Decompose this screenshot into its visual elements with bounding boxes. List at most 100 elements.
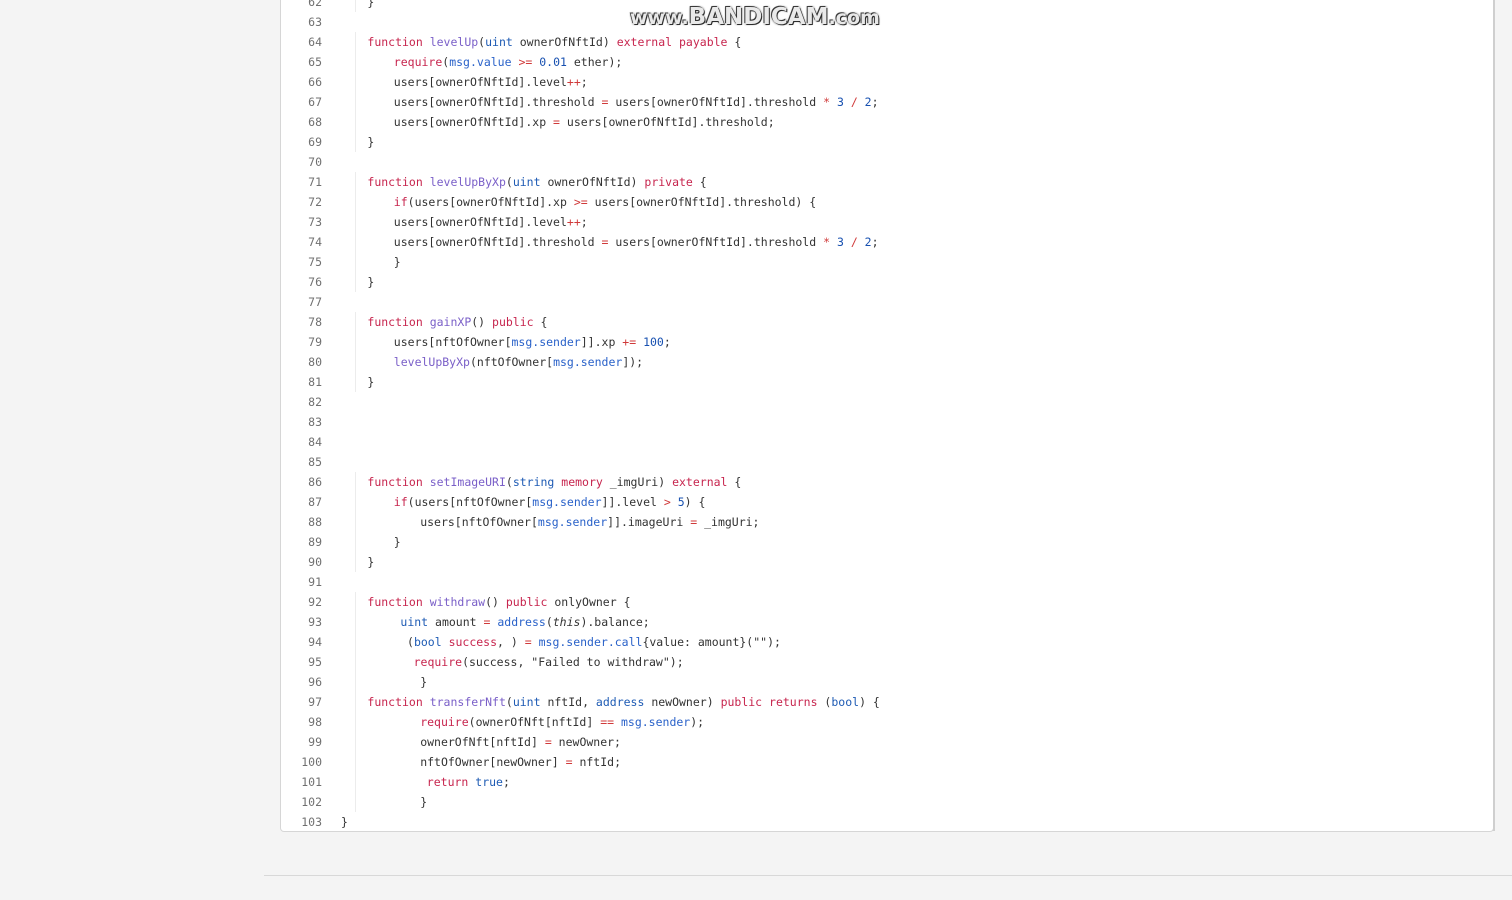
code-token: (success, "Failed to withdraw"); (462, 655, 684, 669)
code-text: function levelUp(uint ownerOfNftId) exte… (367, 32, 741, 52)
code-token: ]].level (601, 495, 657, 509)
indent-guide (355, 372, 356, 392)
code-token: external (672, 475, 728, 489)
code-line: 62} (281, 0, 1493, 12)
code-text: users[ownerOfNftId].level++; (394, 72, 588, 92)
watermark-suffix: .com (828, 7, 880, 29)
code-token: = (546, 115, 567, 129)
indent-guide (355, 652, 356, 672)
code-token: ) (630, 175, 645, 189)
code-line: 83 (281, 412, 1493, 432)
code-token: 5 (677, 495, 685, 509)
code-text: require(ownerOfNft[nftId] == msg.sender)… (420, 712, 704, 732)
code-token: ownerOfNftId (540, 175, 631, 189)
code-token: 100 (643, 335, 664, 349)
code-token: setImageURI (429, 475, 506, 489)
code-token: users[ownerOfNftId].level (393, 75, 567, 89)
line-number: 74 (308, 235, 322, 249)
code-line: 97 function transferNft(uint nftId, addre… (281, 692, 1493, 712)
line-number: 86 (308, 475, 322, 489)
code-line: 103} (281, 812, 1493, 832)
code-token: ( (505, 475, 513, 489)
code-line: 98 require(ownerOfNft[nftId] == msg.sende… (281, 712, 1493, 732)
code-token: } (420, 795, 428, 809)
code-token: / (843, 235, 865, 249)
code-token: function (367, 475, 430, 489)
line-number: 88 (308, 515, 322, 529)
indent-guide (355, 712, 356, 732)
code-text: } (420, 672, 427, 692)
code-line: 96} (281, 672, 1493, 692)
indent-guide (355, 532, 356, 552)
code-token: withdraw (429, 595, 486, 609)
line-number: 101 (301, 775, 322, 789)
code-token: require (393, 55, 443, 69)
indent-guide (355, 792, 356, 812)
code-line: 77 (281, 292, 1493, 312)
code-text: nftOfOwner[newOwner] = nftId; (420, 752, 621, 772)
code-token: 3 (836, 95, 844, 109)
code-token: ) (706, 695, 721, 709)
line-number: 67 (308, 95, 322, 109)
code-line: 66 users[ownerOfNftId].level++; (281, 72, 1493, 92)
code-token: transferNft (429, 695, 506, 709)
code-token: msg.sender (511, 335, 581, 349)
code-line: 100 nftOfOwner[newOwner] = nftId; (281, 752, 1493, 772)
code-token: ) (658, 475, 673, 489)
code-text: if(users[nftOfOwner[msg.sender]].level >… (394, 492, 706, 512)
line-number: 94 (308, 635, 322, 649)
code-token: users[ownerOfNftId].threshold (615, 95, 817, 109)
code-token: function (367, 175, 430, 189)
code-token: users[ownerOfNftId].threshold (393, 235, 595, 249)
code-line: 67 users[ownerOfNftId].threshold = users[… (281, 92, 1493, 112)
code-token: users[ownerOfNftId].xp (393, 115, 547, 129)
indent-guide (355, 32, 356, 52)
code-token: { (727, 475, 742, 489)
code-token: , ) (497, 635, 518, 649)
code-token: nftOfOwner[newOwner] (420, 755, 559, 769)
code-token: () (485, 595, 506, 609)
code-line: 78 function gainXP() public { (281, 312, 1493, 332)
code-token: ; (663, 335, 671, 349)
code-token: function (367, 315, 430, 329)
code-text: } (367, 132, 374, 152)
code-text: } (367, 372, 374, 392)
code-token: , (582, 695, 596, 709)
code-text: if(users[ownerOfNftId].xp >= users[owner… (394, 192, 816, 212)
code-token: users[ownerOfNftId].threshold (615, 235, 817, 249)
source-code-panel: 62} 63 64 function levelUp(uint ownerOfNftI… (280, 0, 1495, 832)
line-number: 81 (308, 375, 322, 389)
code-token: ; (871, 95, 879, 109)
code-token: public (492, 315, 534, 329)
code-line: 71 function levelUpByXp(uint ownerOfNftId… (281, 172, 1493, 192)
code-token: this (552, 615, 581, 629)
code-line: 65 require(msg.value >= 0.01 ether); (281, 52, 1493, 72)
code-token: function (367, 35, 430, 49)
code-token: memory (554, 475, 603, 489)
line-number: 77 (308, 295, 322, 309)
code-token: newOwner; (558, 735, 621, 749)
code-line: 94 (bool success, ) = msg.sender.call{val… (281, 632, 1493, 652)
code-token: uint (400, 615, 429, 629)
indent-guide (355, 172, 356, 192)
line-number: 65 (308, 55, 322, 69)
code-token: users[ownerOfNftId].threshold (393, 95, 595, 109)
code-token: { (727, 35, 742, 49)
code-token: newOwner (644, 695, 707, 709)
code-text: require(success, "Failed to withdraw"); (414, 652, 684, 672)
code-token: } (367, 375, 375, 389)
code-token: bool (413, 635, 442, 649)
code-token: ) { (684, 495, 706, 509)
code-line: 64 function levelUp(uint ownerOfNftId) ex… (281, 32, 1493, 52)
code-text: function withdraw() public onlyOwner { (367, 592, 630, 612)
code-text: function setImageURI(string memory _imgU… (367, 472, 741, 492)
code-token: bool (831, 695, 860, 709)
indent-guide (355, 492, 356, 512)
indent-guide (355, 232, 356, 252)
code-line: 72 if(users[ownerOfNftId].xp >= users[own… (281, 192, 1493, 212)
line-number: 82 (308, 395, 322, 409)
code-token: msg.sender (537, 515, 608, 529)
code-token: msg.sender.call (538, 635, 643, 649)
code-line: 86 function setImageURI(string memory _im… (281, 472, 1493, 492)
line-number: 97 (308, 695, 322, 709)
